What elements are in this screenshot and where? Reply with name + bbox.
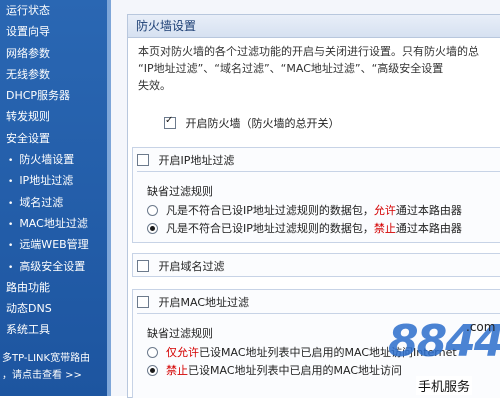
divider bbox=[137, 313, 500, 314]
radio-button-selected[interactable] bbox=[147, 364, 158, 376]
intro-text: 本页对防火墙的各个过滤功能的开启与关闭进行设置。只有防火墙的总 “IP地址过滤”… bbox=[138, 43, 500, 94]
firewall-toggle-row: 开启防火墙（防火墙的总开关） bbox=[164, 115, 340, 131]
ip-filter-label: 开启IP地址过滤 bbox=[158, 154, 235, 167]
intro-line: 失效。 bbox=[138, 79, 171, 92]
radio-button[interactable] bbox=[147, 204, 158, 216]
sidebar-nav: 运行状态设置向导网络参数无线参数DHCP服务器转发规则安全设置防火墙设置IP地址… bbox=[0, 0, 107, 341]
domain-filter-section: 开启域名过滤 bbox=[132, 253, 500, 277]
intro-line: 本页对防火墙的各个过滤功能的开启与关闭进行设置。只有防火墙的总 bbox=[138, 45, 479, 58]
radio-button[interactable] bbox=[147, 346, 158, 358]
sidebar-item[interactable]: 路由功能 bbox=[0, 277, 107, 298]
page-title: 防火墙设置 bbox=[128, 15, 500, 38]
sidebar-item[interactable]: 安全设置 bbox=[0, 128, 107, 149]
sidebar-item[interactable]: 远端WEB管理 bbox=[0, 234, 107, 255]
sidebar-item[interactable]: 运行状态 bbox=[0, 0, 107, 21]
ip-default-rule-label: 缺省过滤规则 bbox=[147, 185, 213, 198]
sidebar-item[interactable]: 网络参数 bbox=[0, 43, 107, 64]
sidebar: 运行状态设置向导网络参数无线参数DHCP服务器转发规则安全设置防火墙设置IP地址… bbox=[0, 0, 107, 396]
sidebar-item[interactable]: 无线参数 bbox=[0, 64, 107, 85]
sidebar-item[interactable]: 设置向导 bbox=[0, 21, 107, 42]
ip-rule-option-allow[interactable]: 凡是不符合已设IP地址过滤规则的数据包，允许通过本路由器 bbox=[147, 202, 462, 218]
ip-filter-checkbox[interactable] bbox=[137, 154, 149, 166]
mac-rule-option-deny[interactable]: 禁止已设MAC地址列表中已启用的MAC地址访问 bbox=[147, 362, 402, 378]
sidebar-item[interactable]: 系统工具 bbox=[0, 319, 107, 340]
site-watermark: 8844 .com 手机服务 bbox=[388, 316, 500, 396]
mac-filter-label: 开启MAC地址过滤 bbox=[158, 296, 250, 309]
sidebar-item[interactable]: 高级安全设置 bbox=[0, 256, 107, 277]
divider bbox=[137, 171, 500, 172]
firewall-toggle-label: 开启防火墙（防火墙的总开关） bbox=[185, 117, 340, 130]
sidebar-item[interactable]: MAC地址过滤 bbox=[0, 213, 107, 234]
mac-filter-checkbox[interactable] bbox=[137, 296, 149, 308]
sidebar-item[interactable]: 防火墙设置 bbox=[0, 149, 107, 170]
footer-promo-text: 多TP-LINK宽带路由 bbox=[2, 353, 91, 364]
ip-rule-option-deny[interactable]: 凡是不符合已设IP地址过滤规则的数据包，禁止通过本路由器 bbox=[147, 220, 462, 236]
watermark-domain: .com bbox=[466, 320, 496, 334]
firewall-checkbox[interactable] bbox=[164, 115, 176, 129]
sidebar-footer: 多TP-LINK宽带路由 ，请点击查看 >> bbox=[0, 350, 107, 384]
radio-button-selected[interactable] bbox=[147, 222, 158, 234]
sidebar-item[interactable]: DHCP服务器 bbox=[0, 85, 107, 106]
ip-filter-section: 开启IP地址过滤 缺省过滤规则 凡是不符合已设IP地址过滤规则的数据包，允许通过… bbox=[132, 147, 500, 243]
footer-more-link[interactable]: ，请点击查看 >> bbox=[2, 367, 107, 384]
domain-filter-label: 开启域名过滤 bbox=[158, 260, 225, 273]
watermark-text: 手机服务 bbox=[416, 376, 473, 395]
sidebar-item[interactable]: 动态DNS bbox=[0, 298, 107, 319]
sidebar-item[interactable]: 域名过滤 bbox=[0, 192, 107, 213]
domain-filter-checkbox[interactable] bbox=[137, 260, 149, 272]
intro-line: “IP地址过滤”、“域名过滤”、“MAC地址过滤”、“高级安全设置 bbox=[138, 62, 444, 75]
sidebar-item[interactable]: 转发规则 bbox=[0, 106, 107, 127]
mac-default-rule-label: 缺省过滤规则 bbox=[147, 327, 213, 340]
sidebar-item[interactable]: IP地址过滤 bbox=[0, 170, 107, 191]
